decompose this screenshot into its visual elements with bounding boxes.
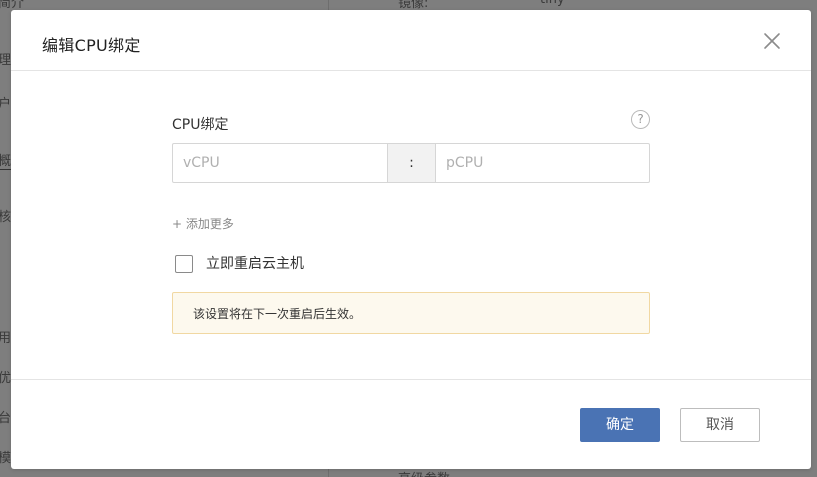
vcpu-input[interactable] xyxy=(172,143,388,183)
cpu-binding-row: : xyxy=(172,143,650,183)
dialog-footer: 确定 取消 xyxy=(11,379,811,469)
reboot-checkbox[interactable] xyxy=(175,255,193,273)
confirm-button[interactable]: 确定 xyxy=(580,408,660,442)
background-bottom-text: 高级参数 xyxy=(398,468,450,477)
background-sidebar-item: 模 xyxy=(0,451,12,466)
add-more-link[interactable]: + 添加更多 xyxy=(172,215,234,232)
notice-banner: 该设置将在下一次重启后生效。 xyxy=(172,292,650,334)
cpu-binding-label: CPU绑定 xyxy=(172,117,229,133)
background-top-value: tiny xyxy=(540,0,565,7)
background-sidebar-item: 优 xyxy=(0,371,12,386)
background-sidebar-item: 概 xyxy=(0,150,12,170)
background-sidebar-item: 户 xyxy=(0,97,12,112)
edit-cpu-binding-dialog: 编辑CPU绑定 CPU绑定 ? : + 添加更多 立即重启云主机 该设置将在下一… xyxy=(11,10,811,469)
close-button[interactable] xyxy=(762,31,782,51)
help-icon[interactable]: ? xyxy=(631,110,650,129)
background-sidebar-item: 核 xyxy=(0,210,12,225)
reboot-checkbox-label[interactable]: 立即重启云主机 xyxy=(206,255,304,273)
dialog-header: 编辑CPU绑定 xyxy=(11,10,811,71)
dialog-title: 编辑CPU绑定 xyxy=(42,36,141,55)
pcpu-input[interactable] xyxy=(435,143,650,183)
binding-separator: : xyxy=(387,143,436,183)
cancel-button[interactable]: 取消 xyxy=(680,408,760,442)
notice-text: 该设置将在下一次重启后生效。 xyxy=(193,307,362,321)
background-sidebar-item: 用 xyxy=(0,331,12,346)
background-sidebar-item: 台 xyxy=(0,411,12,426)
background-sidebar-item: 理 xyxy=(0,53,12,68)
close-icon xyxy=(764,33,780,49)
